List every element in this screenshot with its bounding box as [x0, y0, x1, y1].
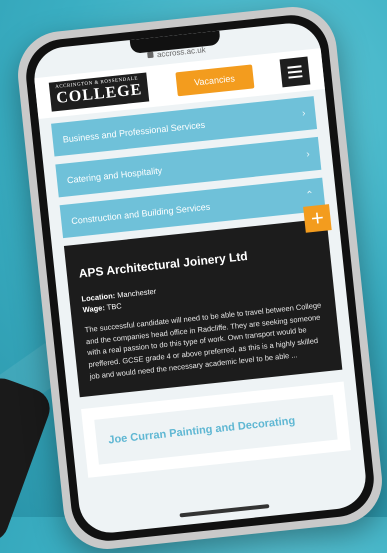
menu-bar [287, 64, 302, 69]
main-content: Business and Professional Services › Cat… [38, 89, 363, 485]
wage-label: Wage: [82, 303, 106, 315]
phone-frame: accross.ac.uk ACCRINGTON & ROSSENDALE CO… [13, 2, 387, 553]
chevron-right-icon: › [305, 148, 311, 161]
wage-value: TBC [106, 301, 123, 312]
accordion-label: Catering and Hospitality [66, 164, 163, 185]
background-phone [0, 372, 56, 548]
accordion-label: Business and Professional Services [62, 119, 206, 145]
phone-bezel: accross.ac.uk ACCRINGTON & ROSSENDALE CO… [22, 11, 378, 545]
vacancy-2-title: Joe Curran Painting and Decorating [107, 414, 296, 447]
hamburger-menu-icon[interactable] [279, 56, 311, 87]
expand-plus-icon[interactable]: + [303, 204, 332, 233]
chevron-up-icon: ⌃ [305, 189, 315, 202]
accordion-label: Construction and Building Services [70, 201, 211, 226]
lock-icon [146, 51, 154, 59]
chevron-right-icon: › [301, 108, 306, 120]
vacancies-button[interactable]: Vacancies [174, 63, 254, 96]
vacancy-card-2[interactable]: Joe Curran Painting and Decorating [81, 381, 351, 478]
vacancy-card-2-inner: Joe Curran Painting and Decorating [94, 394, 338, 465]
phone-screen: accross.ac.uk ACCRINGTON & ROSSENDALE CO… [31, 20, 369, 536]
menu-bar [288, 74, 303, 79]
menu-bar [287, 69, 302, 74]
college-logo[interactable]: ACCRINGTON & ROSSENDALE COLLEGE [48, 72, 150, 112]
vacancy-card: + APS Architectural Joinery Ltd Location… [63, 204, 343, 398]
vacancy-description: The successful candidate will need to be… [84, 300, 322, 381]
home-indicator [179, 504, 270, 518]
